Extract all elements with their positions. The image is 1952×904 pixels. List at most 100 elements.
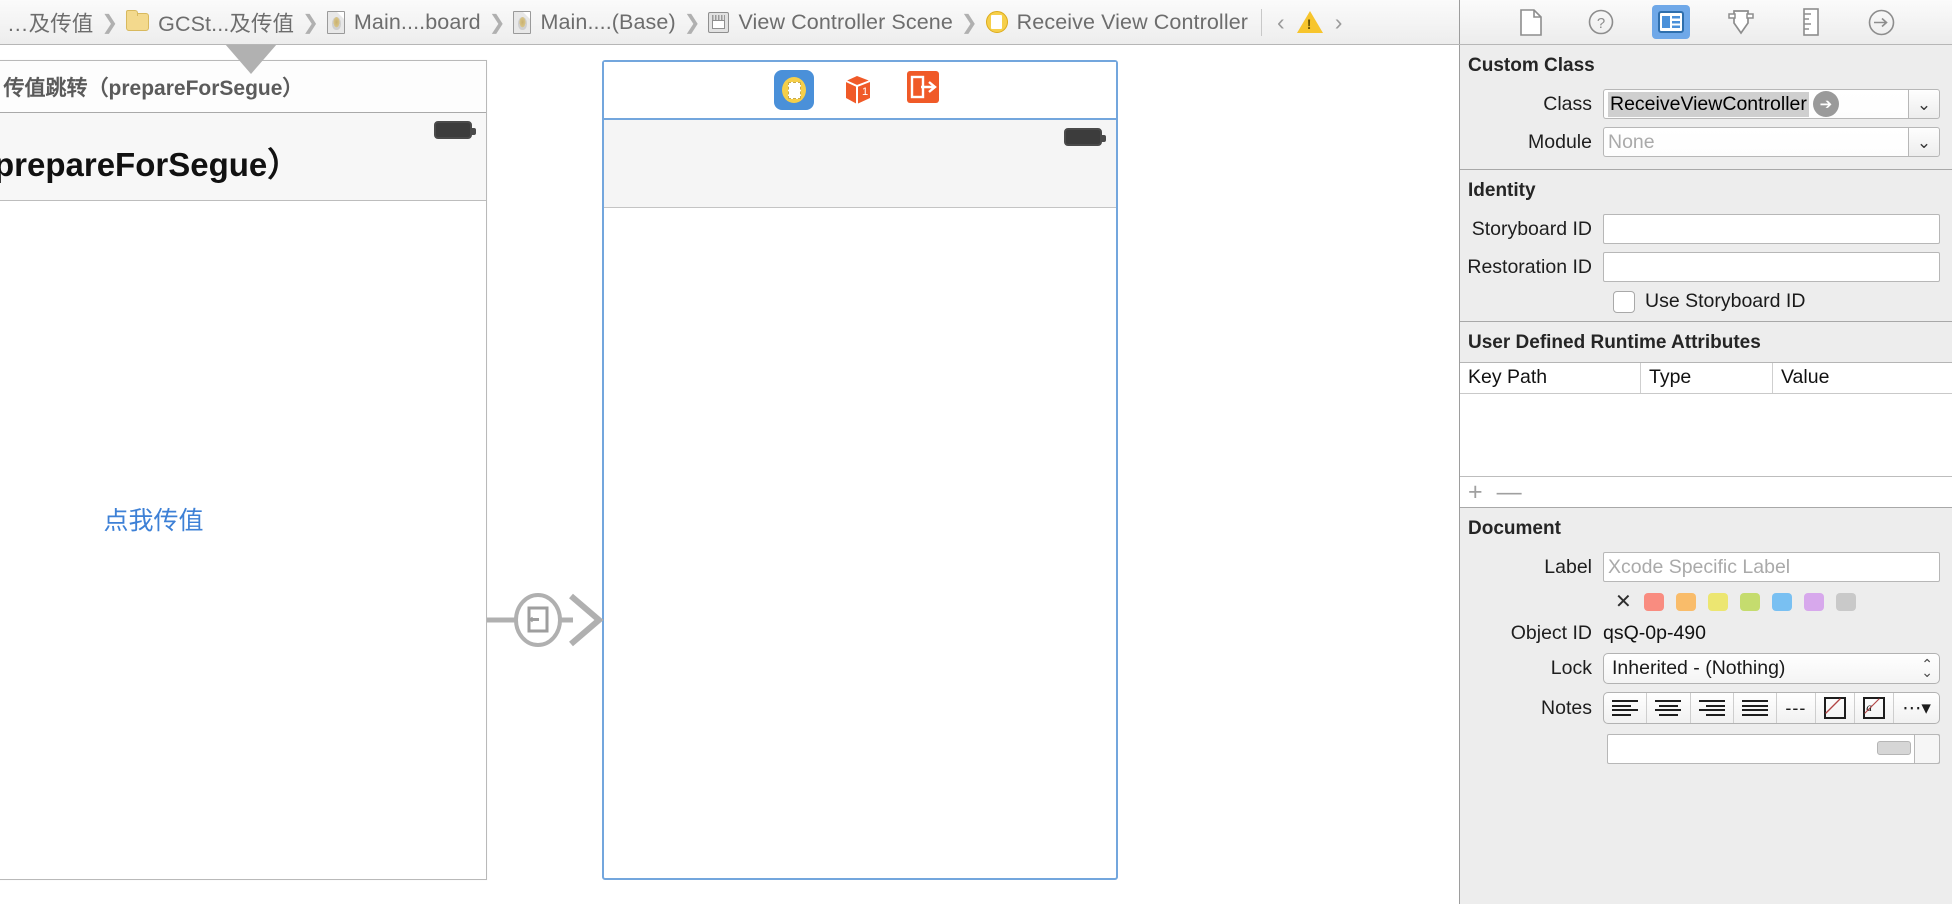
object-id-row: Object ID qsQ-0p-490 [1460,618,1952,649]
scene-receive-view-controller[interactable]: 1 [602,60,1118,880]
column-header-type[interactable]: Type [1640,363,1772,393]
first-responder-dock-icon[interactable]: 1 [840,70,880,110]
storyboard-entry-arrow-icon [225,45,277,74]
color-swatch-purple[interactable] [1803,593,1824,611]
class-input[interactable]: ReceiveViewController ➔ [1603,89,1908,119]
use-storyboard-id-row: Use Storyboard ID [1460,286,1952,321]
breadcrumb-label: GCSt...及传值 [158,11,295,36]
scene-content-view[interactable]: 点我传值 [0,201,486,878]
align-right-icon[interactable] [1691,693,1734,723]
storyboard-id-input[interactable] [1603,214,1940,244]
ios-navigation-bar: 传值跳转（prepareForSegue） [0,113,486,201]
breadcrumb-item-view-controller[interactable]: Receive View Controller [979,0,1255,44]
breadcrumb-separator: ❯ [101,11,119,34]
more-icon[interactable]: ⋯▾ [1894,693,1939,723]
align-justify-icon[interactable] [1734,693,1778,723]
view-controller-dock-icon[interactable] [774,70,814,110]
previous-issue-button[interactable]: ‹ [1277,9,1285,36]
color-swatch-yellow[interactable] [1707,593,1728,611]
runtime-attributes-table-body[interactable] [1460,394,1952,476]
runtime-attributes-toolbar: + — [1460,476,1952,508]
file-icon [513,10,532,34]
module-label: Module [1528,130,1592,153]
use-storyboard-id-checkbox[interactable] [1613,290,1635,313]
remove-attribute-button[interactable]: — [1497,479,1522,505]
image-icon[interactable] [1816,693,1855,723]
question-circle-icon: ? [1588,9,1614,35]
clear-color-icon[interactable]: ✕ [1615,592,1632,612]
align-center-icon[interactable] [1647,693,1691,723]
file-icon [326,10,345,34]
lock-select[interactable]: Inherited - (Nothing) ⌃ ⌄ [1603,653,1940,684]
document-section-header: Document [1468,518,1561,539]
notes-label: Notes [1541,696,1592,719]
custom-class-section-header: Custom Class [1468,55,1595,76]
color-swatch-red[interactable] [1643,593,1664,611]
breadcrumb-item-project[interactable]: …及传值 [0,0,100,44]
jump-bar: …及传值 ❯ GCSt...及传值 ❯ Main....board ❯ Main… [0,0,1952,45]
restoration-id-row: Restoration ID [1460,248,1952,286]
module-input[interactable]: None [1603,127,1908,157]
svg-text:a: a [1866,702,1872,714]
storyboard-id-row: Storyboard ID [1460,210,1952,248]
notes-row: Notes --- a ⋯▾ [1460,688,1952,728]
ruler-icon [1803,8,1819,36]
quick-help-button[interactable]: ? [1582,5,1620,39]
label-color-swatches: ✕ [1460,586,1952,618]
pass-value-button[interactable]: 点我传值 [103,501,203,537]
notes-format-toolbar: --- a ⋯▾ [1603,692,1940,724]
module-dropdown-button[interactable]: ⌄ [1908,127,1940,157]
segue-show-icon [487,593,604,647]
next-issue-button[interactable]: › [1335,9,1343,36]
add-attribute-button[interactable]: + [1468,479,1483,505]
warning-triangle-icon[interactable] [1296,11,1323,33]
breadcrumb-item-scene[interactable]: View Controller Scene [701,0,959,44]
breadcrumb-label: …及传值 [7,11,94,36]
module-combo[interactable]: None ⌄ [1603,127,1940,157]
align-left-icon[interactable] [1604,693,1648,723]
scene-dock: 1 [604,62,1116,120]
breadcrumb-item-folder[interactable]: GCSt...及传值 [119,0,301,44]
restoration-id-input[interactable] [1603,252,1940,282]
connections-inspector-button[interactable] [1862,5,1900,39]
color-swatch-orange[interactable] [1675,593,1696,611]
battery-icon [434,121,476,139]
color-swatch-blue[interactable] [1771,593,1792,611]
chevron-down-icon: ⌄ [1916,132,1932,152]
scene-source-view-controller[interactable]: 传值跳转（prepareForSegue） 传值跳转（prepareForSeg… [0,60,487,880]
svg-text:?: ? [1597,15,1605,32]
color-swatch-green[interactable] [1739,593,1760,611]
runtime-attributes-section-header: User Defined Runtime Attributes [1468,332,1761,353]
breadcrumb-label: View Controller Scene [738,9,953,34]
color-swatch-gray[interactable] [1835,593,1856,611]
column-header-key-path[interactable]: Key Path [1460,363,1640,393]
column-header-value[interactable]: Value [1772,363,1952,393]
notes-textarea[interactable] [1607,734,1940,764]
scene-content-view[interactable] [604,208,1116,876]
breadcrumb: …及传值 ❯ GCSt...及传值 ❯ Main....board ❯ Main… [0,0,1459,44]
dashes-icon[interactable]: --- [1777,693,1816,723]
identity-inspector-panel: Custom Class Class ReceiveViewController… [1459,45,1952,904]
breadcrumb-label: Receive View Controller [1016,9,1249,34]
lock-label: Lock [1550,657,1592,679]
file-inspector-button[interactable] [1512,5,1550,39]
storyboard-canvas[interactable]: 传值跳转（prepareForSegue） 传值跳转（prepareForSeg… [0,45,1459,904]
text-style-icon[interactable]: a [1855,693,1895,723]
size-inspector-button[interactable] [1792,5,1830,39]
class-dropdown-button[interactable]: ⌄ [1908,89,1940,119]
stepper-icon: ⌃ ⌄ [1921,655,1933,680]
exit-dock-icon[interactable] [906,70,946,110]
document-label-input[interactable]: Xcode Specific Label [1603,552,1940,582]
breadcrumb-item-storyboard-base[interactable]: Main....(Base) [506,0,682,44]
class-value: ReceiveViewController [1608,91,1809,117]
module-row: Module None ⌄ [1460,123,1952,161]
notes-stepper-button[interactable] [1914,734,1940,764]
segue-connector[interactable] [487,590,605,650]
class-combo[interactable]: ReceiveViewController ➔ ⌄ [1603,89,1940,119]
label-row: Label Xcode Specific Label [1460,548,1952,586]
jump-to-definition-icon[interactable]: ➔ [1812,91,1839,117]
breadcrumb-item-storyboard[interactable]: Main....board [320,0,488,44]
identity-inspector-button[interactable] [1652,5,1690,39]
svg-text:1: 1 [862,86,868,98]
attributes-inspector-button[interactable] [1722,5,1760,39]
